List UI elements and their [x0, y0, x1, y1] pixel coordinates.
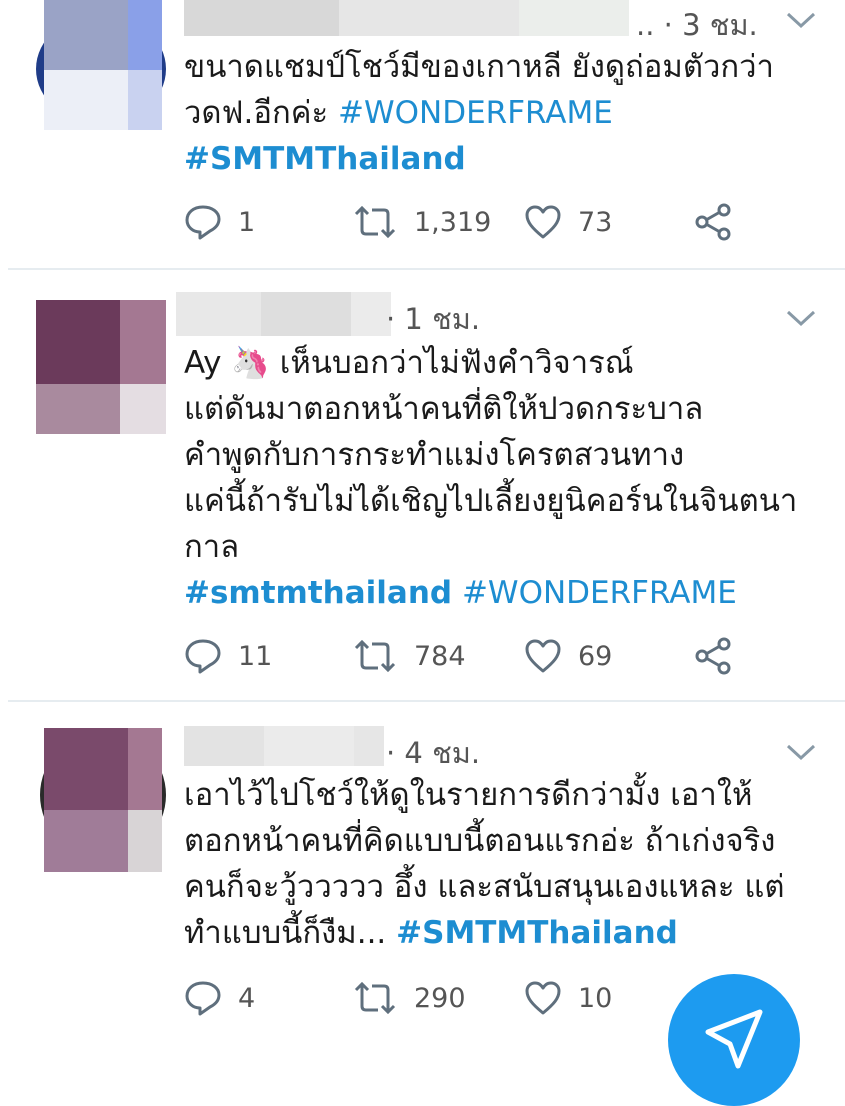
reply-icon — [185, 205, 221, 240]
retweet-icon — [354, 205, 396, 239]
hashtag-link[interactable]: #SMTMThailand — [184, 141, 466, 177]
like-count: 69 — [578, 640, 613, 672]
avatar[interactable] — [36, 300, 166, 434]
tweet-2[interactable]: · 1 ชม. Ay 🦄 เห็นบอกว่าไม่ฟังคำวิจารณ์ แ… — [0, 270, 845, 700]
hashtag-link[interactable]: #smtmthailand — [184, 575, 452, 611]
reply-icon — [185, 639, 221, 674]
chevron-down-icon[interactable] — [784, 8, 818, 32]
unicorn-emoji: 🦄 — [231, 345, 270, 381]
author-name-blurred[interactable] — [184, 0, 634, 40]
retweet-icon — [354, 639, 396, 673]
hashtag-link[interactable]: #WONDERFRAME — [338, 95, 613, 131]
reply-count: 11 — [238, 640, 273, 672]
author-name-blurred[interactable] — [184, 726, 394, 766]
tweet-1[interactable]: .. · 3 ชม. ขนาดแชมป์โชว์มีของเกาหลี ยังด… — [0, 0, 845, 268]
hashtag-link[interactable]: #WONDERFRAME — [462, 575, 737, 611]
retweet-icon — [354, 981, 396, 1015]
chevron-down-icon[interactable] — [784, 740, 818, 764]
heart-icon — [525, 981, 561, 1015]
reply-button[interactable]: 1 — [184, 200, 255, 244]
retweet-button[interactable]: 290 — [352, 976, 466, 1020]
like-count: 10 — [578, 982, 613, 1014]
reply-button[interactable]: 4 — [184, 976, 255, 1020]
tweet-text: ขนาดแชมป์โชว์มีของเกาหลี ยังดูถ่อมตัวกว่… — [184, 49, 774, 177]
reply-icon — [185, 981, 221, 1016]
chevron-down-icon[interactable] — [784, 306, 818, 330]
tweet-text: เอาไว้ไปโชว์ให้ดูในรายการดีกว่ามั้ง เอาใ… — [184, 777, 785, 951]
tweet-actions: 1 1,319 73 — [184, 200, 744, 244]
retweet-button[interactable]: 784 — [352, 634, 466, 678]
tweet-actions: 11 784 69 — [184, 634, 744, 678]
retweet-button[interactable]: 1,319 — [352, 200, 491, 244]
tweet-text: Ay 🦄 เห็นบอกว่าไม่ฟังคำวิจารณ์ แต่ดันมาต… — [184, 345, 798, 611]
heart-icon — [525, 205, 561, 239]
retweet-count: 1,319 — [414, 206, 492, 238]
tweet-time: · 4 ชม. — [386, 736, 481, 770]
like-button[interactable]: 73 — [524, 200, 612, 244]
author-name-blurred[interactable] — [176, 292, 396, 336]
reply-button[interactable]: 11 — [184, 634, 272, 678]
share-button[interactable] — [694, 634, 734, 678]
like-button[interactable]: 69 — [524, 634, 612, 678]
avatar[interactable] — [36, 0, 166, 130]
tweet-time: .. · 3 ชม. — [636, 8, 758, 42]
retweet-count: 290 — [414, 982, 466, 1014]
retweet-count: 784 — [414, 640, 466, 672]
hashtag-link[interactable]: #SMTMThailand — [396, 915, 678, 951]
reply-count: 1 — [238, 206, 256, 238]
like-button[interactable]: 10 — [524, 976, 612, 1020]
share-icon — [695, 637, 731, 675]
share-icon — [695, 203, 731, 241]
compose-button[interactable] — [668, 974, 800, 1106]
share-button[interactable] — [694, 200, 734, 244]
heart-icon — [525, 639, 561, 673]
tweet-time: · 1 ชม. — [386, 302, 481, 336]
avatar[interactable] — [36, 728, 166, 872]
reply-count: 4 — [238, 982, 256, 1014]
like-count: 73 — [578, 206, 613, 238]
tweet-actions: 4 290 10 — [184, 976, 664, 1020]
compose-icon — [705, 1009, 763, 1069]
